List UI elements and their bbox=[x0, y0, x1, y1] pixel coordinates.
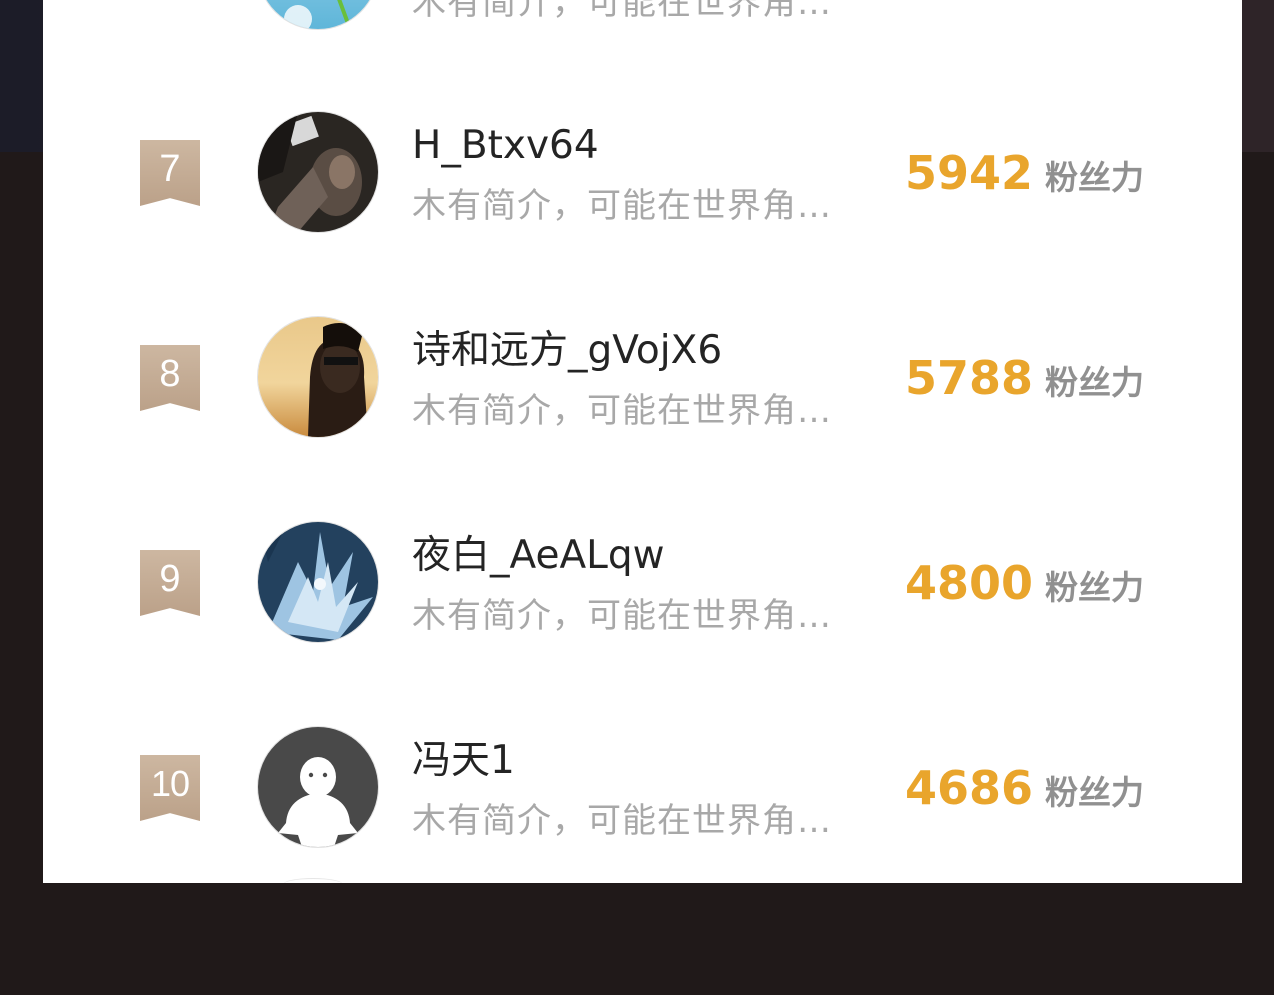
ranking-row[interactable]: 7 H_Btxv64 木有简介，可能在世界角… 5942 粉丝力 bbox=[43, 103, 1242, 243]
rank-badge: 10 bbox=[140, 755, 200, 821]
username[interactable]: 诗和远方_gVojX6 bbox=[412, 328, 722, 374]
default-avatar-icon bbox=[258, 727, 378, 847]
next-row-avatar-edge bbox=[283, 878, 343, 883]
user-bio: 木有简介，可能在世界角… bbox=[412, 391, 832, 431]
username[interactable]: 冯天1 bbox=[412, 738, 515, 784]
username[interactable]: 夜白_AeALqw bbox=[412, 533, 665, 579]
avatar-image bbox=[258, 0, 378, 29]
fan-power-score: 5788 bbox=[904, 351, 1033, 405]
fan-power-score: 4800 bbox=[904, 556, 1033, 610]
rank-badge: 9 bbox=[140, 550, 200, 616]
fan-power-unit: 粉丝力 bbox=[1045, 773, 1144, 812]
ranking-row[interactable]: 9 夜白_AeALqw 木有简介，可能在世界角… 4800 粉丝力 bbox=[43, 513, 1242, 653]
avatar[interactable] bbox=[257, 0, 379, 30]
avatar[interactable] bbox=[257, 316, 379, 438]
user-bio: 木有简介，可能在世界角… bbox=[412, 0, 832, 23]
fan-power-unit: 粉丝力 bbox=[1045, 158, 1144, 197]
photo-avatar-dark bbox=[258, 112, 378, 232]
avatar[interactable] bbox=[257, 726, 379, 848]
fan-power-unit: 粉丝力 bbox=[1045, 363, 1144, 402]
fan-power-score: 4686 bbox=[904, 761, 1033, 815]
avatar[interactable] bbox=[257, 111, 379, 233]
user-bio: 木有简介，可能在世界角… bbox=[412, 186, 832, 226]
fan-power-unit: 粉丝力 bbox=[1045, 568, 1144, 607]
rank-badge: 7 bbox=[140, 140, 200, 206]
user-bio: 木有简介，可能在世界角… bbox=[412, 801, 832, 841]
fan-power-score: 5942 bbox=[904, 146, 1033, 200]
user-bio: 木有简介，可能在世界角… bbox=[412, 596, 832, 636]
ranking-list-panel[interactable]: 木有简介，可能在世界角… 7 H_Btxv64 木有简介，可能在世界角… 594… bbox=[43, 0, 1242, 883]
photo-avatar-sunset bbox=[258, 317, 378, 437]
rank-badge: 8 bbox=[140, 345, 200, 411]
avatar[interactable] bbox=[257, 521, 379, 643]
ranking-row[interactable]: 8 诗和远方_gVojX6 木有简介，可能在世界角… 5788 粉丝力 bbox=[43, 308, 1242, 448]
photo-avatar-dragon bbox=[258, 522, 378, 642]
ranking-row[interactable]: 10 冯天1 木有简介，可能在世界角… 4686 粉丝力 bbox=[43, 718, 1242, 858]
username[interactable]: H_Btxv64 bbox=[412, 123, 599, 169]
